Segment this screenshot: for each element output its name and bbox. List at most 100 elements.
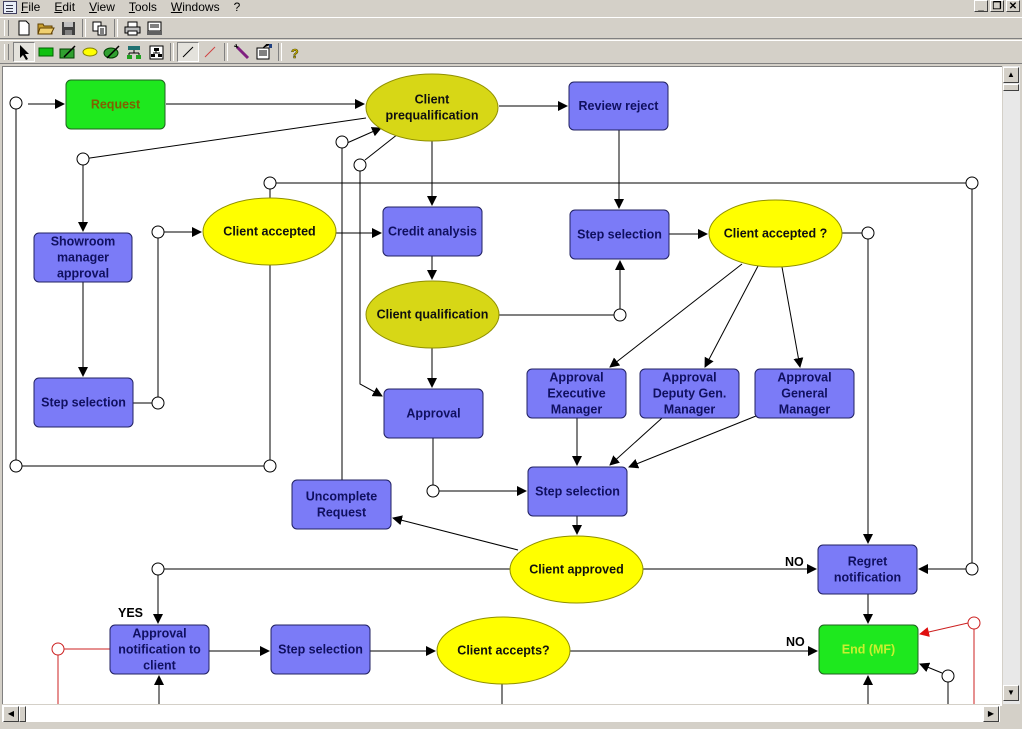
window-bottom-border <box>0 722 1022 729</box>
diagram-canvas[interactable]: Request Client prequalification Review reje… <box>2 66 1003 706</box>
task-box[interactable] <box>291 479 392 530</box>
minimize-button[interactable]: _ <box>974 0 988 12</box>
restore-button[interactable]: ❐ <box>990 0 1004 12</box>
horizontal-scrollbar[interactable]: ◀ ▶ <box>2 704 1000 723</box>
hierarchy-icon[interactable] <box>123 42 145 62</box>
connector-port[interactable] <box>941 669 955 683</box>
org-chart-icon[interactable] <box>145 42 167 62</box>
red-edge-red-port-to-end[interactable] <box>919 622 969 637</box>
node-regret-notification[interactable]: Regret notification <box>817 544 918 595</box>
node-uncomplete-request[interactable]: Uncomplete Request <box>291 479 392 530</box>
edge-port-to-client-accepted[interactable] <box>157 227 202 397</box>
edge-port-to-prequalification[interactable] <box>346 127 382 144</box>
connector-port[interactable] <box>335 135 349 149</box>
edge-client-approved-to-uncomplete[interactable] <box>392 515 519 551</box>
scroll-down-button[interactable]: ▼ <box>1003 685 1019 701</box>
node-client-accepted[interactable]: Client accepted <box>202 197 337 266</box>
print-preview-icon[interactable] <box>143 18 165 38</box>
node-label: Request <box>91 98 141 112</box>
rectangle-tool-icon[interactable] <box>35 42 57 62</box>
vertical-scroll-thumb[interactable] <box>1003 84 1019 91</box>
edge-to-general[interactable] <box>781 266 804 368</box>
properties-icon[interactable] <box>253 42 275 62</box>
red-line-icon[interactable] <box>199 42 221 62</box>
connector-port[interactable] <box>965 562 979 576</box>
edge-to-executive[interactable] <box>609 263 743 368</box>
select-pointer-icon[interactable] <box>13 42 35 62</box>
close-button[interactable]: ✕ <box>1006 0 1020 12</box>
node-client-approved[interactable]: Client approved <box>509 535 644 604</box>
node-approval-executive[interactable]: Approval Executive Manager <box>526 368 627 419</box>
node-end-mf[interactable]: End (MF) <box>818 624 919 675</box>
connector-port[interactable] <box>613 308 627 322</box>
edge-general-to-step-selection[interactable] <box>628 415 757 469</box>
menu-edit[interactable]: Edit <box>54 0 75 14</box>
node-step-selection-mid[interactable]: Step selection <box>527 466 628 517</box>
connector-port[interactable] <box>9 96 23 110</box>
copy-icon[interactable] <box>89 18 111 38</box>
edge-port-to-prequalification-2[interactable] <box>364 133 399 161</box>
node-approval-deputy[interactable]: Approval Deputy Gen. Manager <box>639 368 740 419</box>
node-client-accepted-q[interactable]: Client accepted ? <box>708 199 843 268</box>
node-approval[interactable]: Approval <box>383 388 484 439</box>
node-label: Step selection <box>577 228 662 242</box>
menu-tools[interactable]: Tools <box>129 0 157 14</box>
help-icon[interactable]: ? <box>285 42 307 62</box>
scroll-right-button[interactable]: ▶ <box>983 706 999 722</box>
node-review-reject[interactable]: Review reject <box>568 81 669 131</box>
connector-port[interactable] <box>76 152 90 166</box>
node-client-prequalification[interactable]: Client prequalification <box>365 73 499 142</box>
connector-port[interactable] <box>353 158 367 172</box>
connector-port[interactable] <box>965 176 979 190</box>
node-client-accepts[interactable]: Client accepts? <box>436 616 571 685</box>
scroll-up-button[interactable]: ▲ <box>1003 67 1019 83</box>
connector-port[interactable] <box>151 396 165 410</box>
new-document-icon[interactable] <box>13 18 35 38</box>
ellipse-tool-icon[interactable] <box>79 42 101 62</box>
edge-port-to-end[interactable] <box>919 662 943 674</box>
node-approval-general[interactable]: Approval General Manager <box>754 368 855 419</box>
edge-deputy-to-step-selection[interactable] <box>609 417 663 466</box>
edge-port-to-approval[interactable] <box>359 165 383 397</box>
red-connector-port[interactable] <box>967 616 981 630</box>
node-step-selection-bottom[interactable]: Step selection <box>270 624 371 675</box>
menu-file[interactable]: File <box>21 0 40 14</box>
connector-port[interactable] <box>9 459 23 473</box>
node-request[interactable]: Request <box>65 79 166 130</box>
black-line-icon[interactable] <box>177 42 199 62</box>
connector-port[interactable] <box>151 562 165 576</box>
menu-windows[interactable]: Windows <box>171 0 220 14</box>
connector-port[interactable] <box>861 226 875 240</box>
task-box[interactable] <box>817 544 918 595</box>
node-showroom-manager-approval[interactable]: Showroom manager approval <box>33 232 133 283</box>
horizontal-scroll-thumb[interactable] <box>19 706 26 722</box>
node-label: Client accepted ? <box>724 227 828 241</box>
node-label: Manager <box>779 403 831 417</box>
connector-port[interactable] <box>426 484 440 498</box>
app-document-icon[interactable] <box>3 0 17 14</box>
connector-port[interactable] <box>263 459 277 473</box>
edit-rectangle-icon[interactable] <box>57 42 79 62</box>
menu-view[interactable]: View <box>89 0 115 14</box>
magic-wand-icon[interactable] <box>231 42 253 62</box>
red-connector-port[interactable] <box>51 642 65 656</box>
node-approval-notification[interactable]: Approval notification to client <box>109 624 210 675</box>
toolbar-grip[interactable] <box>4 44 9 60</box>
node-step-selection-left[interactable]: Step selection <box>33 377 134 428</box>
node-client-qualification[interactable]: Client qualification <box>365 280 500 349</box>
node-credit-analysis[interactable]: Credit analysis <box>382 206 483 257</box>
vertical-scrollbar[interactable]: ▲ ▼ <box>1002 66 1020 704</box>
toolbar-grip[interactable] <box>4 20 9 36</box>
scroll-left-button[interactable]: ◀ <box>3 706 19 722</box>
menu-help[interactable]: ? <box>234 0 241 14</box>
connector-port[interactable] <box>263 176 277 190</box>
edge-to-deputy[interactable] <box>704 265 759 368</box>
open-folder-icon[interactable] <box>35 18 57 38</box>
connector-port[interactable] <box>151 225 165 239</box>
node-label: Client qualification <box>377 308 489 322</box>
edit-ellipse-icon[interactable] <box>101 42 123 62</box>
decision-ellipse[interactable] <box>365 73 499 142</box>
node-step-selection-top[interactable]: Step selection <box>569 209 670 260</box>
print-icon[interactable] <box>121 18 143 38</box>
save-icon[interactable] <box>57 18 79 38</box>
